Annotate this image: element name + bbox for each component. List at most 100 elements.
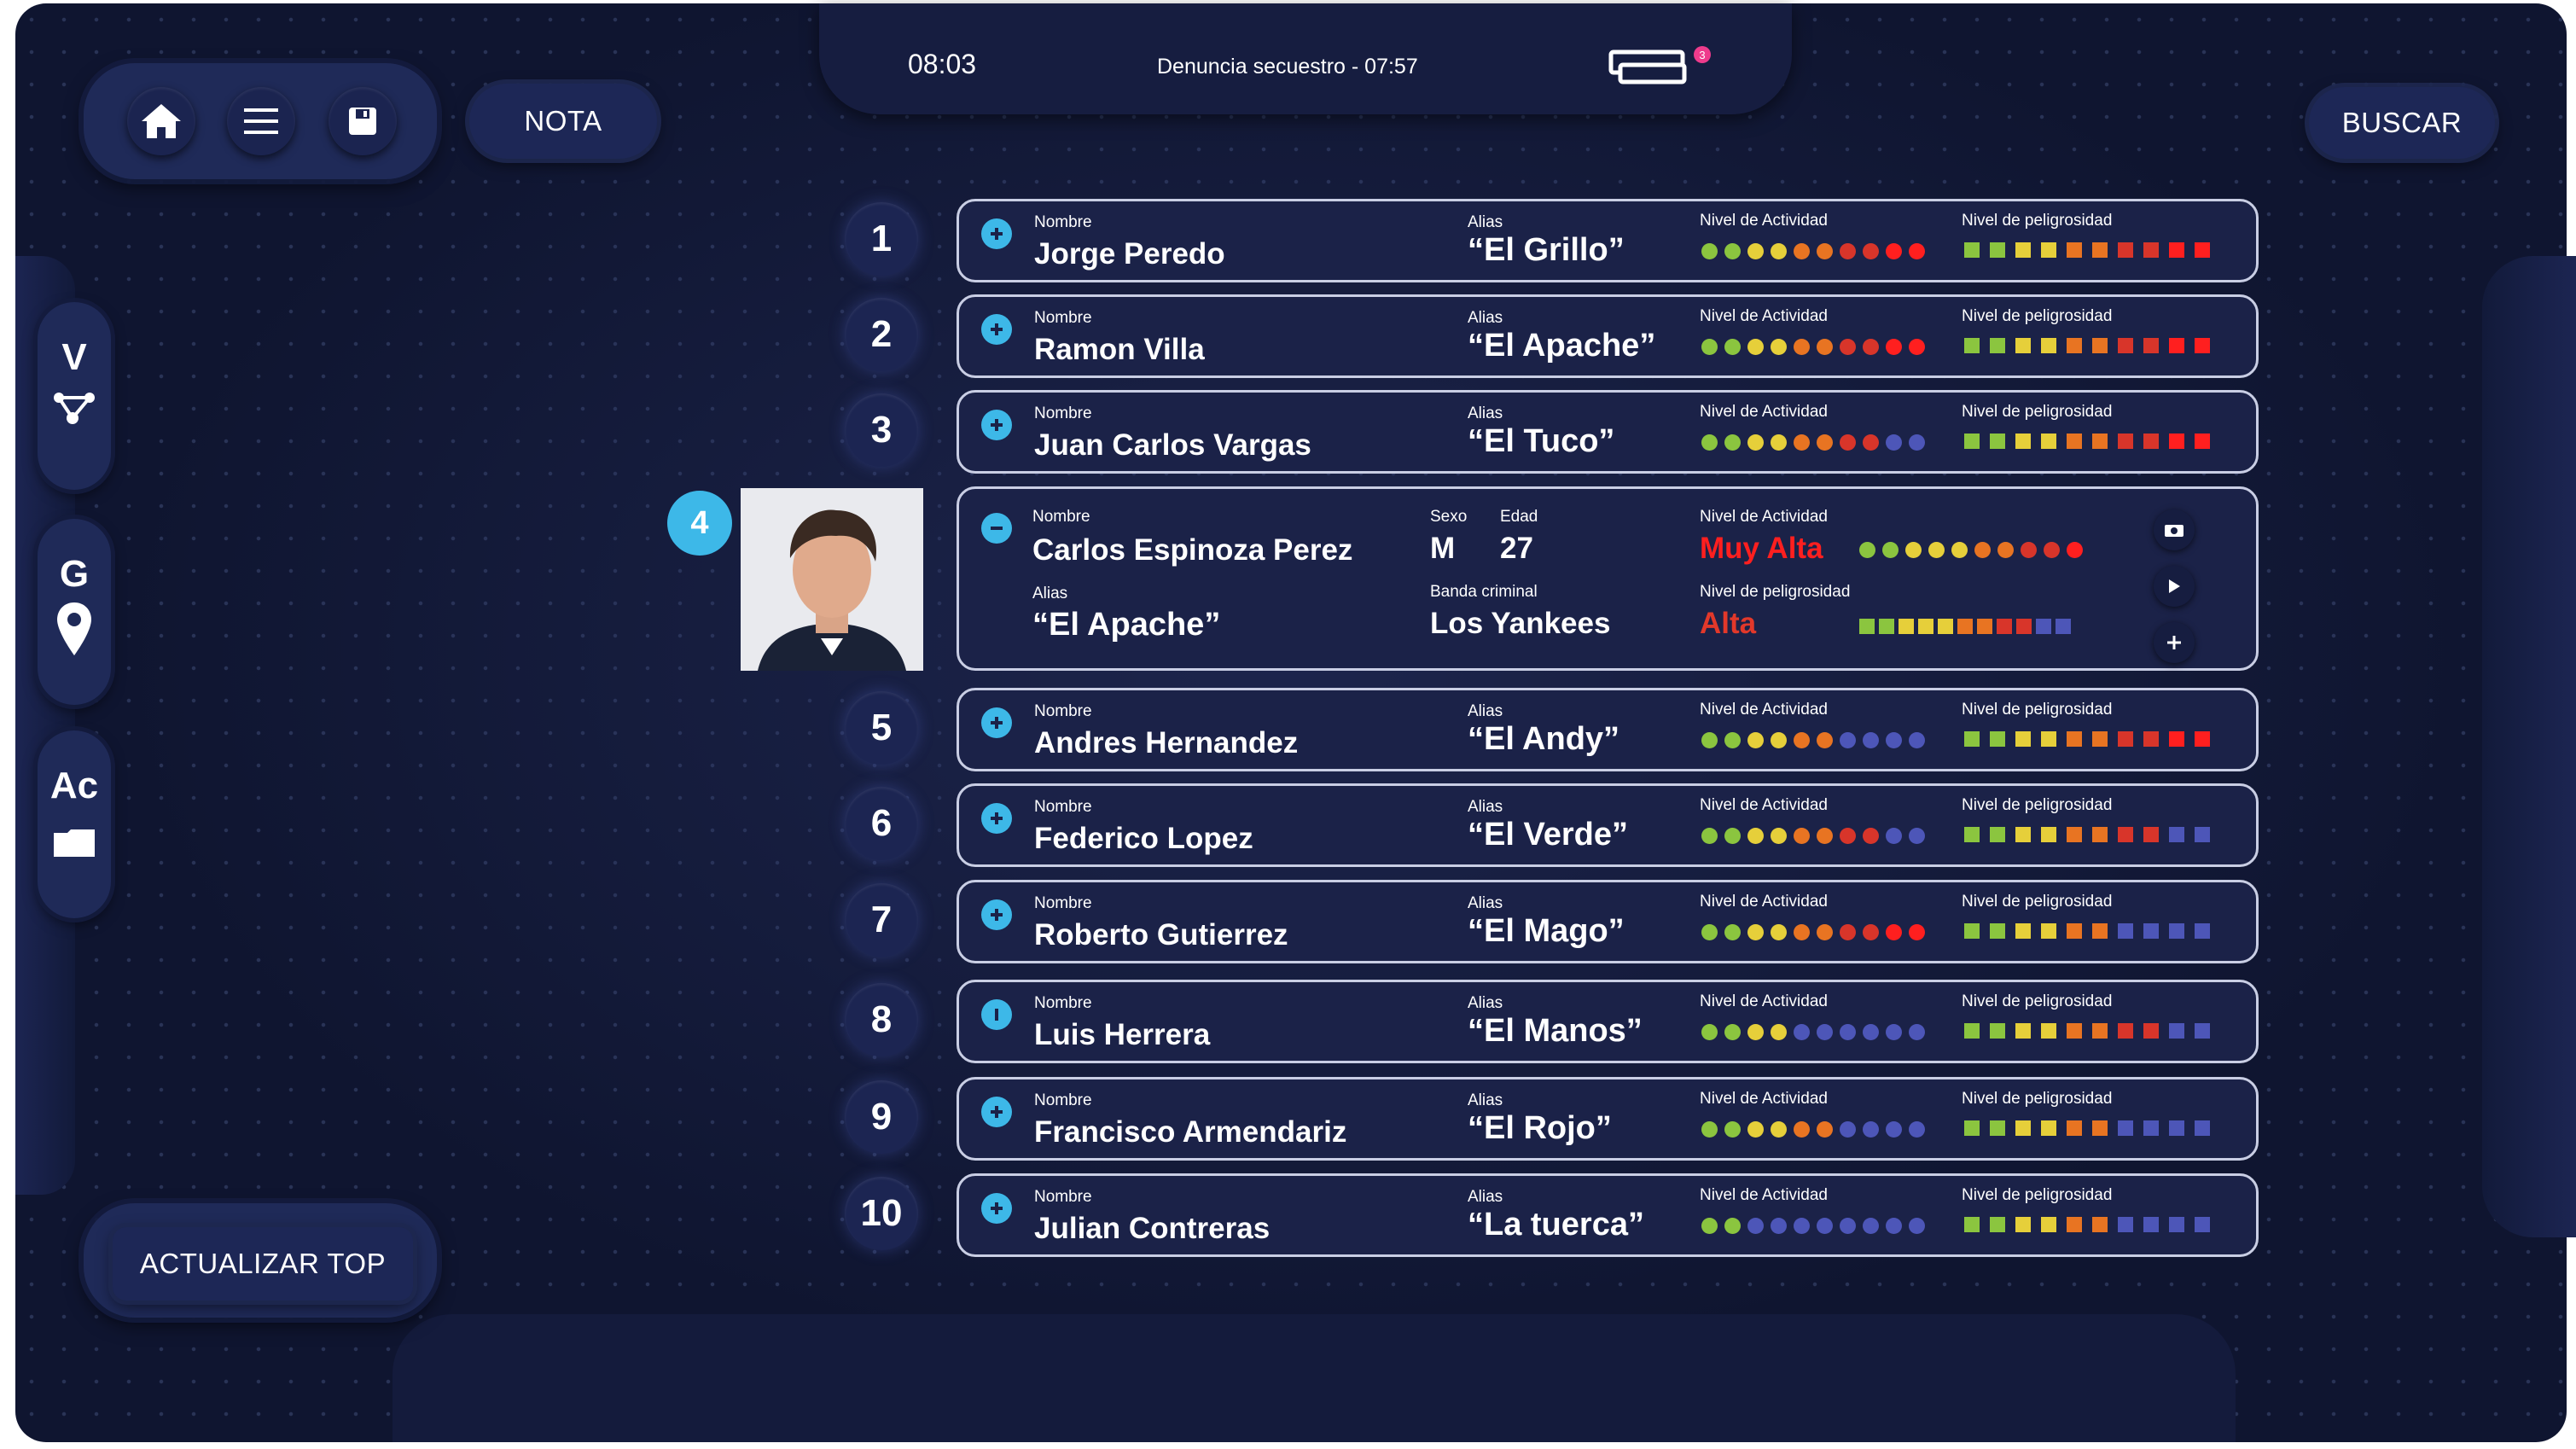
danger-square bbox=[2092, 338, 2108, 353]
danger-square bbox=[1977, 619, 1992, 634]
alias-label: Alias bbox=[1468, 994, 1503, 1012]
plus-icon bbox=[991, 228, 1003, 240]
activity-label: Nivel de Actividad bbox=[1700, 992, 1828, 1010]
danger-square bbox=[1990, 923, 2005, 939]
nota-button[interactable]: NOTA bbox=[469, 84, 657, 159]
name-label: Nombre bbox=[1034, 798, 1092, 816]
activity-dot bbox=[1724, 828, 1741, 844]
expand-button[interactable] bbox=[981, 899, 1012, 930]
expand-button[interactable] bbox=[981, 410, 1012, 440]
activity-dot bbox=[1886, 339, 1902, 355]
activity-label: Nivel de Actividad bbox=[1700, 307, 1828, 325]
expand-button[interactable] bbox=[981, 1097, 1012, 1127]
activity-dot bbox=[1909, 828, 1925, 844]
sexo-label: Sexo bbox=[1430, 508, 1468, 526]
activity-dot bbox=[1724, 243, 1741, 259]
danger-square bbox=[1938, 619, 1953, 634]
suspect-alias: “El Verde” bbox=[1468, 817, 1628, 853]
activity-dot bbox=[1886, 1218, 1902, 1234]
danger-square bbox=[2143, 731, 2159, 747]
banda-label: Banda criminal bbox=[1430, 583, 1538, 601]
suspect-row[interactable]: Nombre Juan Carlos Vargas Alias “El Tuco” Ni… bbox=[957, 390, 2259, 474]
danger-square bbox=[1990, 338, 2005, 353]
activity-dot bbox=[1909, 243, 1925, 259]
collapse-button[interactable] bbox=[981, 513, 1012, 544]
sidebar-ac[interactable]: Ac bbox=[38, 730, 111, 918]
clock: 08:03 bbox=[908, 49, 977, 79]
activity-dot bbox=[1794, 243, 1810, 259]
danger-square bbox=[2118, 1217, 2133, 1232]
expand-button[interactable] bbox=[981, 707, 1012, 738]
activity-dot bbox=[1771, 1121, 1787, 1138]
activity-dot bbox=[1863, 1121, 1879, 1138]
expand-button[interactable] bbox=[981, 803, 1012, 834]
activity-dot bbox=[1863, 924, 1879, 940]
suspect-name: Francisco Armendariz bbox=[1034, 1115, 1347, 1149]
danger-square bbox=[1964, 1023, 1980, 1039]
danger-square bbox=[2169, 1023, 2184, 1039]
suspect-row[interactable]: Nombre Luis Herrera Alias “El Manos” Nivel d… bbox=[957, 980, 2259, 1063]
name-label: Nombre bbox=[1034, 894, 1092, 912]
suspect-edad: 27 bbox=[1500, 532, 1533, 565]
activity-dot bbox=[1701, 243, 1718, 259]
play-button[interactable] bbox=[2154, 566, 2195, 607]
rank-badge-selected: 4 bbox=[667, 491, 732, 556]
danger-square bbox=[2143, 338, 2159, 353]
buscar-button[interactable]: BUSCAR bbox=[2309, 87, 2495, 159]
suspect-name: Carlos Espinoza Perez bbox=[1032, 533, 1353, 567]
alias-label: Alias bbox=[1468, 404, 1503, 422]
suspect-row[interactable]: Nombre Roberto Gutierrez Alias “El Mago” Niv… bbox=[957, 880, 2259, 963]
suspect-detail-row[interactable]: Nombre Carlos Espinoza Perez Alias “El A… bbox=[957, 486, 2259, 671]
add-button[interactable] bbox=[2154, 622, 2195, 663]
activity-dot bbox=[1724, 732, 1741, 748]
danger-square bbox=[2067, 923, 2082, 939]
danger-indicator bbox=[1964, 827, 2210, 842]
name-label: Nombre bbox=[1034, 309, 1092, 327]
sidebar-v[interactable]: V bbox=[38, 302, 111, 490]
network-icon bbox=[54, 393, 95, 424]
suspect-name: Luis Herrera bbox=[1034, 1018, 1211, 1051]
sidebar-g[interactable]: G bbox=[38, 519, 111, 705]
activity-dot bbox=[1771, 339, 1787, 355]
danger-square bbox=[2143, 1217, 2159, 1232]
save-button[interactable] bbox=[329, 87, 397, 155]
expand-button[interactable] bbox=[981, 1193, 1012, 1224]
activity-dot bbox=[1997, 542, 2014, 558]
activity-dot bbox=[1701, 434, 1718, 451]
activity-dot bbox=[1747, 1121, 1764, 1138]
actualizar-top-button[interactable]: ACTUALIZAR TOP bbox=[113, 1227, 413, 1301]
activity-dot bbox=[1794, 1024, 1810, 1040]
name-label: Nombre bbox=[1034, 404, 1092, 422]
suspect-row[interactable]: Nombre Julian Contreras Alias “La tuerca” Ni… bbox=[957, 1173, 2259, 1257]
screens-icon[interactable] bbox=[1608, 48, 1689, 85]
location-pin-icon bbox=[57, 602, 91, 655]
suspect-row[interactable]: Nombre Federico Lopez Alias “El Verde” Nivel… bbox=[957, 783, 2259, 867]
suspect-row[interactable]: Nombre Francisco Armendariz Alias “El Rojo”… bbox=[957, 1077, 2259, 1161]
danger-square bbox=[2036, 619, 2051, 634]
activity-dot bbox=[1724, 339, 1741, 355]
activity-dot bbox=[2067, 542, 2083, 558]
activity-dot bbox=[1840, 434, 1856, 451]
danger-square bbox=[2067, 1023, 2082, 1039]
menu-button[interactable] bbox=[227, 87, 295, 155]
suspect-row[interactable]: Nombre Andres Hernandez Alias “El Andy” Nive… bbox=[957, 688, 2259, 771]
danger-square bbox=[1918, 619, 1933, 634]
activity-dot bbox=[1863, 1024, 1879, 1040]
expand-button[interactable] bbox=[981, 999, 1012, 1030]
activity-dot bbox=[1928, 542, 1945, 558]
activity-dot bbox=[1724, 434, 1741, 451]
suspect-row[interactable]: Nombre Jorge Peredo Alias “El Grillo” Nivel … bbox=[957, 199, 2259, 282]
danger-square bbox=[2041, 731, 2056, 747]
activity-label: Nivel de Actividad bbox=[1700, 212, 1828, 230]
expand-button[interactable] bbox=[981, 314, 1012, 345]
expand-button[interactable] bbox=[981, 218, 1012, 249]
photo-button[interactable] bbox=[2154, 509, 2195, 550]
activity-dot bbox=[1840, 1121, 1856, 1138]
home-button[interactable] bbox=[127, 87, 195, 155]
plus-icon bbox=[991, 717, 1003, 729]
suspect-name: Ramon Villa bbox=[1034, 333, 1205, 366]
rank-badge: 9 bbox=[845, 1080, 918, 1154]
danger-square bbox=[2195, 731, 2210, 747]
plus-icon bbox=[2167, 636, 2181, 649]
suspect-row[interactable]: Nombre Ramon Villa Alias “El Apache” Nivel d… bbox=[957, 294, 2259, 378]
